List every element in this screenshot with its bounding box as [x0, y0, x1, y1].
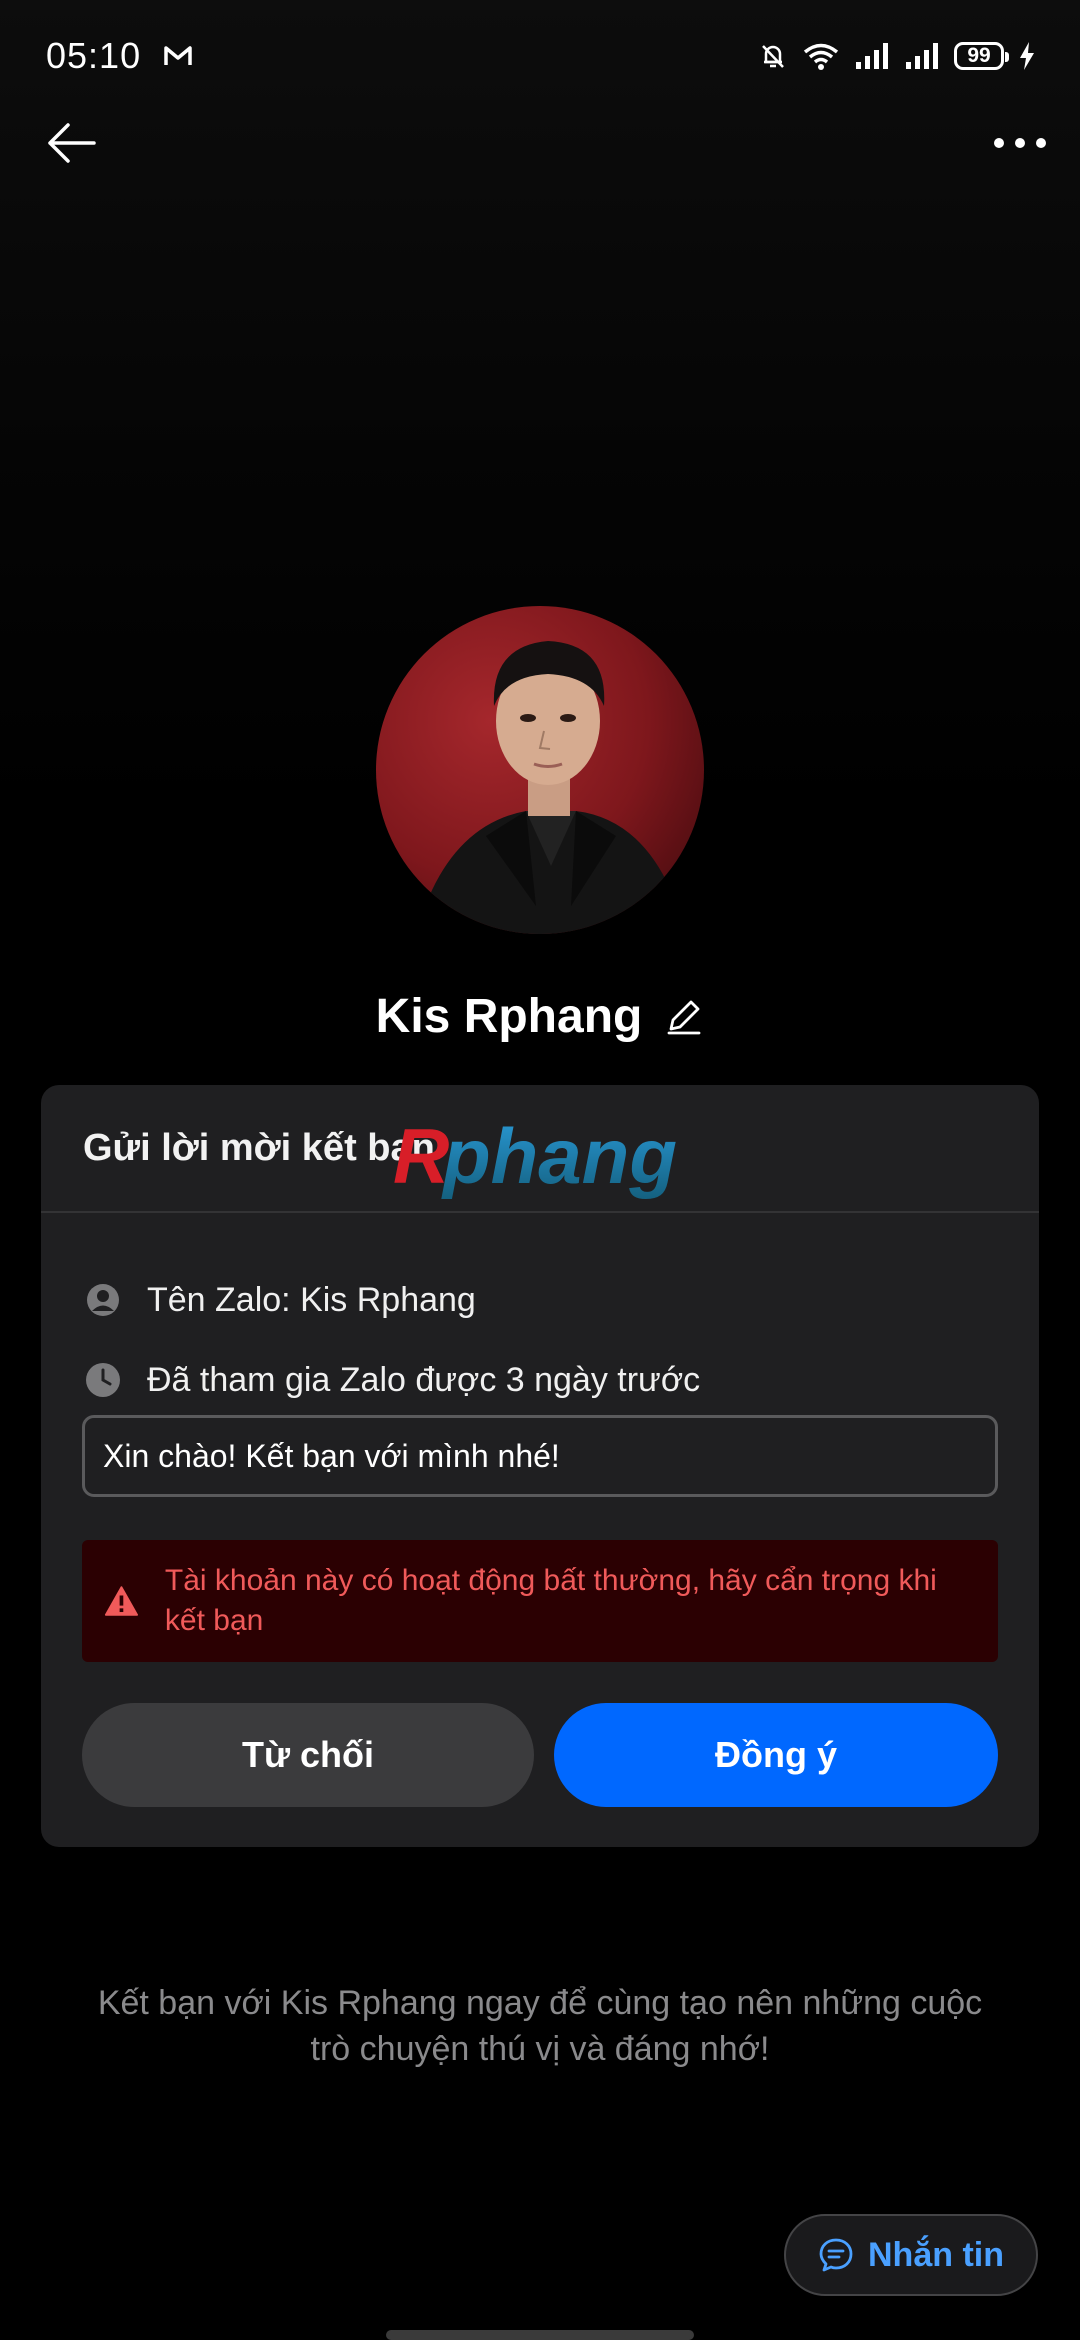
mail-icon — [164, 46, 192, 65]
warning-text: Tài khoản này có hoạt động bất thường, h… — [164, 1564, 937, 1637]
avatar[interactable] — [376, 606, 704, 934]
charging-icon — [1020, 42, 1034, 70]
zalo-name-row: Tên Zalo: Kis Rphang — [85, 1272, 476, 1328]
avatar-photo — [376, 606, 704, 934]
status-right: 99 — [758, 41, 1036, 71]
message-button[interactable]: Nhắn tin — [784, 2214, 1038, 2296]
profile-name: Kis Rphang — [375, 989, 643, 1043]
chat-bubble-icon — [819, 2238, 853, 2272]
home-indicator — [386, 2330, 694, 2340]
top-nav — [0, 112, 1080, 174]
card-content: Tên Zalo: Kis Rphang Đã tham gia Zalo đư… — [41, 1085, 1039, 1847]
status-bar: 05:10 99 — [0, 0, 1080, 112]
battery-icon: 99 — [954, 42, 1009, 70]
signal-icon — [856, 43, 888, 69]
accept-button[interactable]: Đồng ý — [554, 1703, 998, 1807]
warning-icon — [104, 1586, 138, 1616]
zalo-name: Tên Zalo: Kis Rphang — [147, 1280, 476, 1319]
edit-pencil-icon[interactable] — [664, 996, 704, 1036]
more-icon[interactable] — [990, 118, 1050, 168]
decline-button[interactable]: Từ chối — [82, 1703, 534, 1807]
signal-icon — [906, 43, 938, 69]
message-button-label: Nhắn tin — [868, 2235, 1004, 2274]
mute-bell-icon — [762, 45, 784, 68]
joined-row: Đã tham gia Zalo được 3 ngày trước — [85, 1352, 700, 1408]
joined-date: Đã tham gia Zalo được 3 ngày trước — [147, 1360, 701, 1399]
user-icon — [87, 1284, 119, 1316]
status-left: 05:10 — [46, 35, 193, 77]
wifi-icon — [803, 43, 839, 70]
greeting-message-input[interactable] — [82, 1415, 998, 1497]
back-arrow-icon[interactable] — [44, 118, 100, 168]
profile-name-row: Kis Rphang — [0, 976, 1080, 1056]
footer-text: Kết bạn với Kis Rphang ngay để cùng tạo … — [97, 1984, 983, 2068]
status-time: 05:10 — [46, 35, 142, 76]
clock-icon — [86, 1363, 120, 1397]
warning-box: Tài khoản này có hoạt động bất thường, h… — [82, 1540, 998, 1662]
